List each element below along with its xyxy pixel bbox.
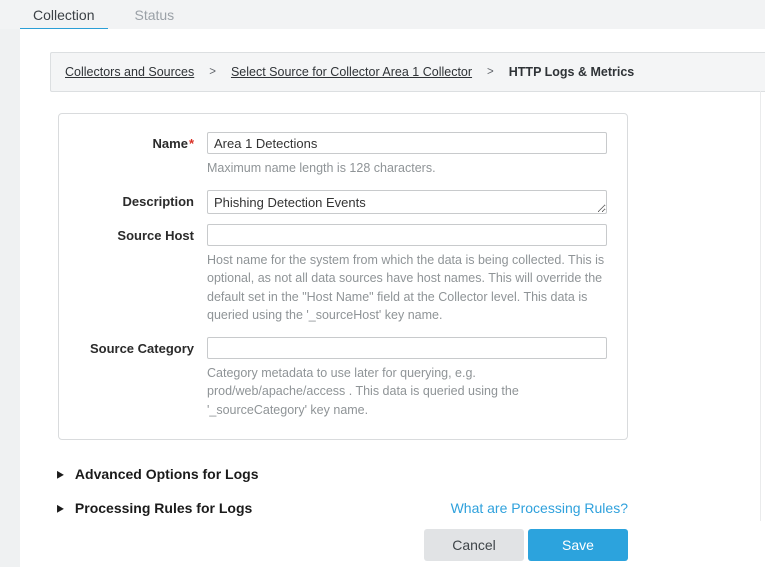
source-category-label: Source Category xyxy=(59,337,207,420)
source-category-help-text: Category metadata to use later for query… xyxy=(207,364,609,420)
source-category-input[interactable] xyxy=(207,337,607,359)
content-panel: Collectors and Sources > Select Source f… xyxy=(20,29,765,567)
tab-status[interactable]: Status xyxy=(134,7,174,23)
panel-right-border xyxy=(760,91,761,521)
save-button[interactable]: Save xyxy=(528,529,628,561)
breadcrumb-separator: > xyxy=(487,66,494,78)
processing-rules-row: ▶ Processing Rules for Logs What are Pro… xyxy=(57,500,628,516)
expand-triangle-icon: ▶ xyxy=(57,503,64,513)
what-are-processing-rules-link[interactable]: What are Processing Rules? xyxy=(451,500,628,516)
source-host-field-row: Source Host Host name for the system fro… xyxy=(59,224,627,325)
breadcrumb-separator: > xyxy=(209,66,216,78)
source-host-help-text: Host name for the system from which the … xyxy=(207,251,609,325)
breadcrumb-collectors-and-sources[interactable]: Collectors and Sources xyxy=(65,65,194,79)
form-actions: Cancel Save xyxy=(57,529,628,561)
name-input[interactable] xyxy=(207,132,607,154)
expand-triangle-icon: ▶ xyxy=(57,469,64,479)
name-field-row: Name* Maximum name length is 128 charact… xyxy=(59,132,627,178)
description-textarea[interactable]: Phishing Detection Events xyxy=(207,190,607,214)
processing-rules-section-label: Processing Rules for Logs xyxy=(75,500,252,516)
breadcrumb-select-source[interactable]: Select Source for Collector Area 1 Colle… xyxy=(231,65,472,79)
breadcrumb-current-page: HTTP Logs & Metrics xyxy=(509,65,634,79)
advanced-options-section-label: Advanced Options for Logs xyxy=(75,466,259,482)
name-help-text: Maximum name length is 128 characters. xyxy=(207,159,609,178)
required-asterisk: * xyxy=(189,136,194,151)
breadcrumb: Collectors and Sources > Select Source f… xyxy=(50,52,765,92)
tab-bar: Collection Status xyxy=(0,0,765,29)
source-config-card: Name* Maximum name length is 128 charact… xyxy=(58,113,628,440)
description-label: Description xyxy=(59,190,207,214)
source-category-field-row: Source Category Category metadata to use… xyxy=(59,337,627,420)
processing-rules-section-toggle[interactable]: ▶ Processing Rules for Logs xyxy=(57,500,252,516)
source-host-input[interactable] xyxy=(207,224,607,246)
description-field-row: Description Phishing Detection Events xyxy=(59,190,627,214)
cancel-button[interactable]: Cancel xyxy=(424,529,524,561)
name-label: Name* xyxy=(59,132,207,178)
name-label-text: Name xyxy=(153,136,188,151)
advanced-options-section-toggle[interactable]: ▶ Advanced Options for Logs xyxy=(57,466,765,482)
source-host-label: Source Host xyxy=(59,224,207,325)
tab-collection[interactable]: Collection xyxy=(33,7,94,23)
